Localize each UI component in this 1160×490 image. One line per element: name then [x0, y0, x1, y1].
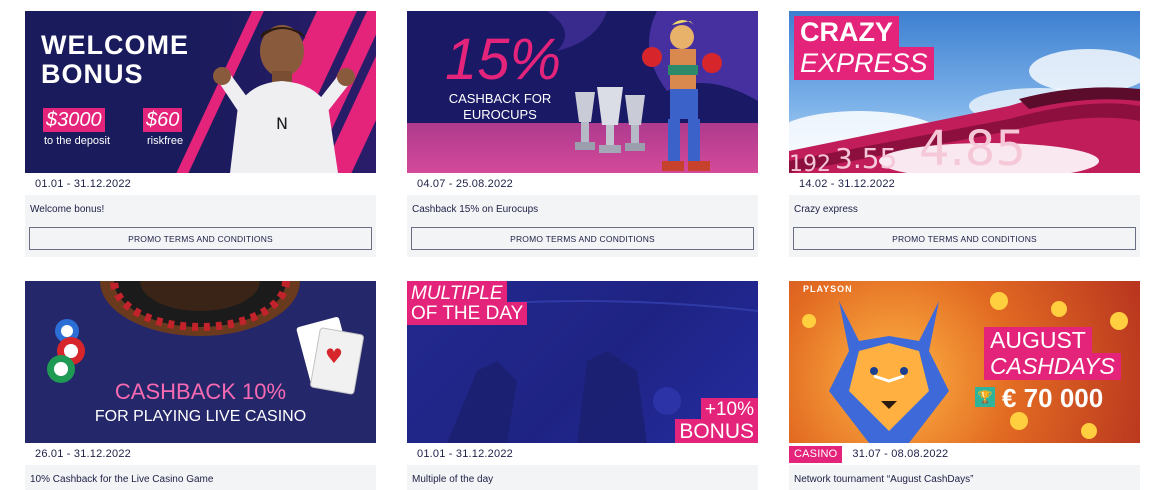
promo-terms-button[interactable]: PROMO TERMS AND CONDITIONS: [29, 227, 372, 250]
promo-title[interactable]: Cashback 15% on Eurocups: [407, 195, 758, 223]
promotions-grid: N WELCOME BONUS $3000 to the deposit $60…: [0, 0, 1160, 490]
promo-banner-crazy-express[interactable]: 192 3.55 4.85 CRAZY EXPRESS: [789, 11, 1140, 173]
odds-value-2: 3.55: [835, 142, 897, 173]
brand-logo: PLAYSON: [803, 284, 853, 294]
promo-banner-cashback-eurocups[interactable]: 15% CASHBACK FOR EUROCUPS: [407, 11, 758, 173]
promo-card-august-cashdays[interactable]: PLAYSON AUGUST CASHDAYS 🏆 € 70 000 CASIN…: [789, 281, 1140, 490]
category-badge: CASINO: [789, 445, 843, 463]
promo-date-range: 14.02 - 31.12.2022: [789, 173, 1140, 195]
promo-banner-august-cashdays[interactable]: PLAYSON AUGUST CASHDAYS 🏆 € 70 000: [789, 281, 1140, 443]
banner-amount-2-sub: riskfree: [147, 135, 184, 147]
promo-dates: 04.07 - 25.08.2022: [417, 178, 513, 190]
odds-value-1: 192: [789, 152, 831, 173]
promo-card-crazy-express[interactable]: 192 3.55 4.85 CRAZY EXPRESS 14.02 - 31.1…: [789, 11, 1140, 257]
promo-date-range: 01.01 - 31.12.2022: [25, 173, 376, 195]
banner-amount-1: $3000: [43, 108, 105, 132]
promo-banner-multiple-of-the-day[interactable]: MULTIPLE OF THE DAY +10% BONUS: [407, 281, 758, 443]
banner-line-1: CASHBACK FOR: [448, 91, 552, 106]
promo-title[interactable]: Network tournament “August CashDays”: [789, 465, 1140, 490]
svg-text:N: N: [276, 114, 288, 133]
promo-date-range: 01.01 - 31.12.2022: [407, 443, 758, 465]
promo-dates: 01.01 - 31.12.2022: [417, 448, 513, 460]
banner-text: CASHBACK FOR EUROCUPS: [440, 91, 560, 123]
promo-title[interactable]: 10% Cashback for the Live Casino Game: [25, 465, 376, 490]
promo-date-range: 26.01 - 31.12.2022: [25, 443, 376, 465]
promo-title[interactable]: Crazy express: [789, 195, 1140, 223]
promo-card-multiple-of-the-day[interactable]: MULTIPLE OF THE DAY +10% BONUS 01.01 - 3…: [407, 281, 758, 490]
promo-dates: 01.01 - 31.12.2022: [35, 178, 131, 190]
banner-line-1: CASHBACK 10%: [114, 379, 287, 404]
banner-line-2: FOR PLAYING LIVE CASINO: [94, 408, 307, 425]
banner-headline-line-2: BONUS: [41, 59, 144, 89]
promo-date-range: 04.07 - 25.08.2022: [407, 173, 758, 195]
promo-card-live-casino-cashback[interactable]: ♥ CASHBACK 10% FOR PLAYING LIVE CASINO 2…: [25, 281, 376, 490]
promo-card-cashback-eurocups[interactable]: 15% CASHBACK FOR EUROCUPS 04.07 - 25.08.…: [407, 11, 758, 257]
promo-dates: 14.02 - 31.12.2022: [799, 178, 895, 190]
banner-amount-1-sub: to the deposit: [44, 135, 111, 147]
banner-line-2: EXPRESS: [794, 47, 934, 80]
banner-bonus-label: BONUS: [675, 419, 758, 443]
promo-title[interactable]: Welcome bonus!: [25, 195, 376, 223]
trophy-icon: 🏆: [975, 387, 995, 407]
promo-banner-live-casino-cashback[interactable]: ♥ CASHBACK 10% FOR PLAYING LIVE CASINO: [25, 281, 376, 443]
svg-text:♥: ♥: [325, 344, 343, 368]
banner-line-2: EUROCUPS: [463, 107, 537, 122]
banner-prize: € 70 000: [1002, 383, 1104, 413]
fighter-character-image: [642, 20, 722, 171]
promo-terms-button[interactable]: PROMO TERMS AND CONDITIONS: [793, 227, 1136, 250]
promo-title[interactable]: Multiple of the day: [407, 465, 758, 490]
banner-line-1: AUGUST: [984, 327, 1092, 354]
banner-line-1: CRAZY: [794, 16, 899, 49]
banner-line-2: OF THE DAY: [407, 302, 528, 325]
banner-percent: 15%: [445, 27, 562, 92]
promo-banner-welcome-bonus[interactable]: N WELCOME BONUS $3000 to the deposit $60…: [25, 11, 376, 173]
banner-line-2: CASHDAYS: [984, 353, 1121, 380]
promo-terms-button[interactable]: PROMO TERMS AND CONDITIONS: [411, 227, 754, 250]
odds-value-3: 4.85: [919, 121, 1026, 173]
promo-card-welcome-bonus[interactable]: N WELCOME BONUS $3000 to the deposit $60…: [25, 11, 376, 257]
ambassador-image: N: [213, 25, 355, 173]
banner-bonus-percent: +10%: [700, 398, 758, 421]
banner-amount-2: $60: [143, 108, 183, 132]
banner-headline-line-1: WELCOME: [41, 30, 189, 60]
promo-dates: 31.07 - 08.08.2022: [852, 448, 949, 460]
promo-date-range: CASINO 31.07 - 08.08.2022: [789, 443, 1140, 465]
promo-dates: 26.01 - 31.12.2022: [35, 448, 131, 460]
